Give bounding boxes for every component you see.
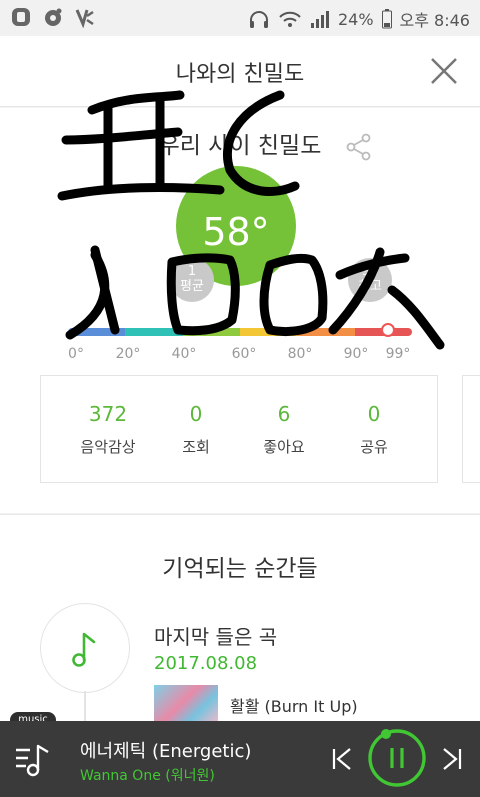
stat-value: 372: [88, 402, 128, 426]
stat-item[interactable]: 0 조회: [151, 376, 241, 484]
status-app-icon-3: [75, 9, 94, 28]
stat-label: 좋아요: [263, 438, 305, 456]
average-value: 1: [187, 264, 197, 279]
stat-item[interactable]: 0 공유: [329, 376, 419, 484]
status-app-icon-1: [12, 8, 30, 26]
moment-icon-circle: [40, 603, 130, 693]
average-marker: 1 평균: [170, 258, 214, 302]
moment-date: 2017.08.08: [154, 653, 258, 674]
status-time: 오후 8:46: [399, 11, 470, 30]
gauge-tick-label: 99°: [385, 346, 411, 362]
battery-icon: [381, 9, 392, 29]
gauge-segment: [125, 328, 184, 336]
affinity-subtitle: 우리 사이 친밀도: [158, 133, 322, 159]
max-marker: 93 최고: [348, 258, 392, 302]
wifi-icon: [279, 11, 301, 27]
share-icon[interactable]: [344, 132, 374, 162]
moment-title: 마지막 들은 곡: [154, 625, 278, 649]
stat-value: 0: [189, 402, 203, 426]
gauge-segment: [68, 328, 127, 336]
stat-item[interactable]: 6 좋아요: [239, 376, 329, 484]
page-title: 나와의 친밀도: [175, 62, 305, 87]
player-title: 에너제틱 (Energetic): [80, 741, 252, 762]
stat-item[interactable]: 372 음악감상: [63, 376, 153, 484]
pause-button[interactable]: [366, 727, 428, 789]
gauge-knob: [380, 323, 395, 337]
affinity-value: 58°: [202, 210, 270, 254]
headphones-icon: [249, 11, 268, 28]
mini-player[interactable]: 에너제틱 (Energetic) Wanna One (워너원): [0, 721, 480, 797]
next-icon[interactable]: [440, 747, 464, 771]
header: 나와의 친밀도: [0, 36, 480, 107]
moment-song[interactable]: 활활 (Burn It Up): [230, 693, 358, 717]
max-value: 93: [361, 264, 379, 279]
previous-icon[interactable]: [330, 747, 354, 771]
gauge-tick-label: 80°: [287, 346, 313, 362]
gauge-tick-label: 90°: [343, 346, 369, 362]
status-app-icon-2: [45, 8, 62, 26]
stats-next-card[interactable]: [462, 375, 480, 483]
stat-value: 0: [367, 402, 381, 426]
album-thumbnail[interactable]: [154, 685, 218, 723]
gauge-tick-label: 20°: [115, 346, 141, 362]
stat-value: 6: [277, 402, 291, 426]
gauge-segment: [240, 328, 299, 336]
affinity-gauge: [68, 328, 412, 336]
stat-label: 공유: [360, 438, 388, 456]
playlist-icon[interactable]: [14, 740, 54, 780]
moments-section: 기억되는 순간들 마지막 들은 곡 2017.08.08 활활 (Burn It…: [0, 514, 480, 731]
gauge-ticks: 0° 20° 40° 60° 80° 90° 99°: [0, 346, 480, 366]
status-bar: 24% 오후 8:46: [0, 0, 480, 36]
player-artist: Wanna One (워너원): [80, 768, 215, 784]
moments-heading: 기억되는 순간들: [162, 556, 318, 582]
average-label: 평균: [180, 279, 204, 294]
affinity-card: 우리 사이 친밀도 58° 1 평균 93 최고 0° 20° 40° 60° 80° 9…: [0, 108, 480, 513]
music-note-icon: [72, 632, 96, 667]
gauge-tick-label: 0°: [68, 346, 84, 362]
signal-icon: [310, 11, 329, 28]
stat-label: 조회: [182, 438, 210, 456]
stat-label: 음악감상: [80, 438, 136, 456]
gauge-tick-label: 60°: [231, 346, 257, 362]
battery-percent: 24%: [337, 9, 374, 29]
max-label: 최고: [358, 279, 382, 294]
gauge-segment: [182, 328, 241, 336]
stats-panel: 372 음악감상 0 조회 6 좋아요 0 공유: [40, 375, 438, 483]
close-icon[interactable]: [426, 53, 462, 89]
gauge-segment: [297, 328, 356, 336]
gauge-tick-label: 40°: [171, 346, 197, 362]
